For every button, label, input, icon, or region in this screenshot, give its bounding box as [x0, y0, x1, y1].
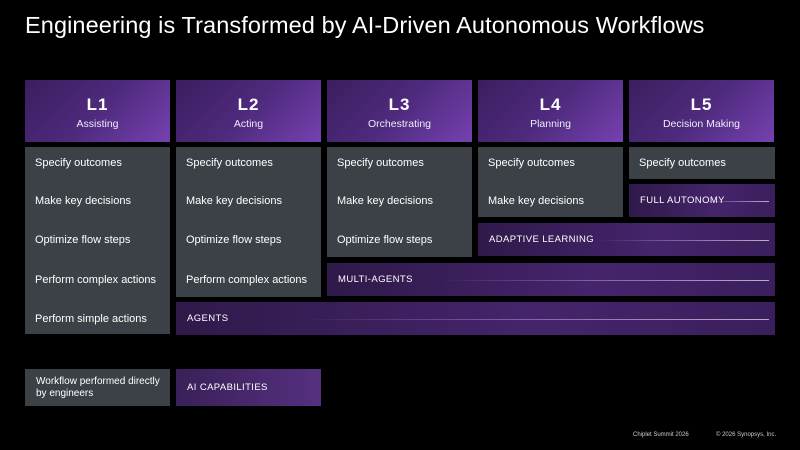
bar-line — [599, 239, 769, 241]
level-name: Orchestrating — [367, 118, 432, 130]
level-number: L5 — [690, 95, 713, 114]
full-autonomy-bar: FULL AUTONOMY — [629, 184, 775, 217]
l5-specify-outcomes: Specify outcomes — [629, 147, 775, 179]
level-number: L3 — [388, 95, 411, 114]
footer-event: Chiplet Summit 2026 — [633, 432, 689, 438]
bar-line — [439, 279, 769, 281]
bar-line — [704, 200, 769, 202]
legend-ai-capabilities: AI CAPABILITIES — [176, 369, 321, 406]
l1-specify-outcomes: Specify outcomes — [35, 156, 122, 169]
adaptive-learning-bar: ADAPTIVE LEARNING — [478, 223, 775, 256]
level-number: L2 — [237, 95, 260, 114]
level-name: Acting — [233, 118, 264, 130]
l3-make-key-decisions: Make key decisions — [337, 194, 433, 207]
l1-make-key-decisions: Make key decisions — [35, 194, 131, 207]
adaptive-learning-label: ADAPTIVE LEARNING — [489, 234, 594, 245]
level-header-l3: L3 Orchestrating — [327, 80, 472, 142]
footer-copyright: © 2026 Synopsys, Inc. — [716, 432, 777, 438]
level-header-l4: L4 Planning — [478, 80, 623, 142]
l3-specify-outcomes: Specify outcomes — [337, 156, 424, 169]
l2-make-key-decisions: Make key decisions — [186, 194, 282, 207]
l4-specify-outcomes: Specify outcomes — [488, 156, 575, 169]
level-header-l2: L2 Acting — [176, 80, 321, 142]
l1-perform-simple-actions: Perform simple actions — [35, 312, 147, 325]
bar-line — [299, 318, 769, 320]
multi-agents-label: MULTI-AGENTS — [338, 274, 413, 285]
l1-perform-complex-actions: Perform complex actions — [35, 273, 157, 286]
level-header-l1: L1 Assisting — [25, 80, 170, 142]
agents-label: AGENTS — [187, 313, 229, 324]
page-title: Engineering is Transformed by AI-Driven … — [25, 12, 705, 38]
l3-optimize-flow-steps: Optimize flow steps — [337, 233, 433, 246]
agents-bar: AGENTS — [176, 302, 775, 335]
level-name: Assisting — [76, 118, 119, 130]
legend-engineers: Workflow performed directly by engineers — [25, 369, 170, 406]
l4-make-key-decisions: Make key decisions — [488, 194, 584, 207]
level-header-l5: L5 Decision Making — [629, 80, 774, 142]
multi-agents-bar: MULTI-AGENTS — [327, 263, 775, 296]
l2-specify-outcomes: Specify outcomes — [186, 156, 273, 169]
level-number: L1 — [86, 95, 109, 114]
l2-perform-complex-actions: Perform complex actions — [186, 273, 308, 286]
l1-optimize-flow-steps: Optimize flow steps — [35, 233, 131, 246]
level-name: Decision Making — [662, 118, 741, 130]
l2-optimize-flow-steps: Optimize flow steps — [186, 233, 282, 246]
level-number: L4 — [539, 95, 562, 114]
level-name: Planning — [530, 118, 571, 130]
